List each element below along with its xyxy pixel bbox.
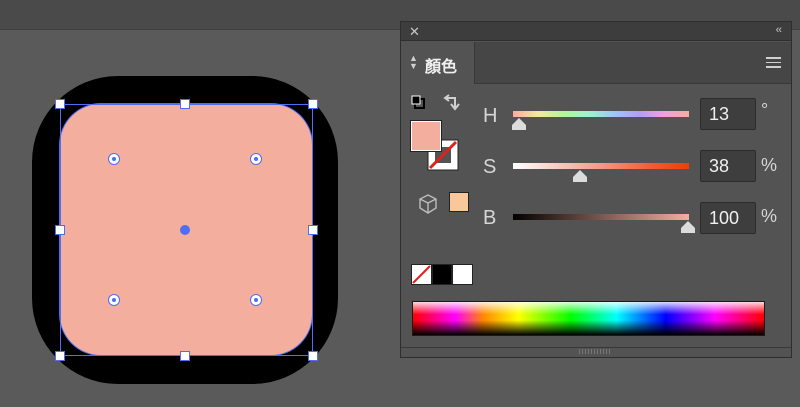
resize-handle-bottom-left[interactable] — [55, 351, 65, 361]
fill-color-swatch[interactable] — [410, 120, 442, 152]
brightness-label: B — [483, 207, 497, 229]
out-of-web-gamut-cube-icon[interactable] — [419, 194, 437, 214]
corner-radius-widget-bottom-left[interactable] — [108, 294, 120, 306]
resize-handle-left[interactable] — [55, 225, 65, 235]
tab-color[interactable]: ▲ ▼ 顏色 — [401, 42, 475, 84]
brightness-slider[interactable] — [513, 214, 689, 220]
panel-titlebar: ✕ ‹‹ — [401, 22, 791, 41]
black-swatch[interactable] — [432, 264, 452, 285]
corner-radius-widget-top-left[interactable] — [108, 153, 120, 165]
brightness-unit: % — [761, 206, 778, 226]
saturation-label: S — [483, 156, 497, 178]
web-safe-color-swatch[interactable] — [449, 192, 469, 212]
resize-handle-top[interactable] — [180, 99, 190, 109]
none-swatch[interactable] — [411, 264, 432, 285]
close-icon[interactable]: ✕ — [409, 24, 420, 40]
resize-handle-right[interactable] — [308, 225, 318, 235]
color-spectrum-ramp[interactable] — [412, 301, 765, 336]
default-fill-stroke-icon[interactable] — [411, 95, 425, 109]
resize-handle-bottom[interactable] — [180, 351, 190, 361]
color-panel: ✕ ‹‹ ▲ ▼ 顏色 H 13 ° S 38 % B 100 % — [400, 21, 792, 358]
panel-divider — [401, 347, 791, 348]
resize-grip-icon[interactable] — [579, 349, 611, 354]
saturation-unit: % — [761, 155, 778, 175]
hue-slider-thumb[interactable] — [512, 118, 526, 130]
hue-slider[interactable] — [513, 111, 689, 117]
hue-label: H — [483, 105, 498, 127]
resize-handle-top-left[interactable] — [55, 99, 65, 109]
saturation-value-input[interactable]: 38 — [700, 150, 756, 182]
saturation-slider[interactable] — [513, 163, 689, 169]
collapse-panel-icon[interactable]: ‹‹ — [776, 24, 782, 36]
tab-label: 顏色 — [425, 59, 458, 76]
swap-fill-stroke-icon[interactable] — [443, 94, 461, 112]
resize-handle-top-right[interactable] — [308, 99, 318, 109]
panel-tabbar: ▲ ▼ 顏色 — [401, 42, 791, 84]
hue-value-input[interactable]: 13 — [700, 98, 756, 130]
hamburger-menu-icon[interactable] — [766, 57, 781, 71]
center-point[interactable] — [180, 225, 190, 235]
brightness-value-input[interactable]: 100 — [700, 202, 756, 234]
white-swatch[interactable] — [452, 264, 473, 285]
saturation-slider-thumb[interactable] — [573, 170, 587, 182]
brightness-slider-thumb[interactable] — [681, 221, 695, 233]
corner-radius-widget-bottom-right[interactable] — [250, 294, 262, 306]
corner-radius-widget-top-right[interactable] — [250, 153, 262, 165]
hue-unit: ° — [761, 100, 769, 120]
resize-handle-bottom-right[interactable] — [308, 351, 318, 361]
tab-options-arrows-icon[interactable]: ▲ ▼ — [409, 54, 418, 71]
